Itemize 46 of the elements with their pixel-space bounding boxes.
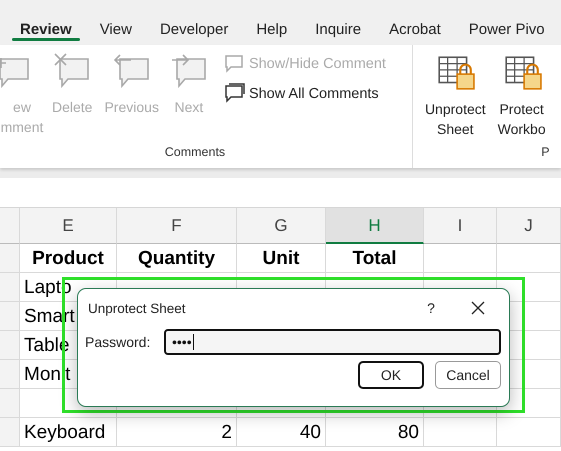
comment-icon (114, 53, 150, 89)
table-cell (497, 418, 561, 447)
row-header[interactable] (0, 244, 20, 273)
column-header[interactable]: F (117, 208, 237, 244)
ribbon-tab[interactable]: Help (246, 0, 298, 45)
comment-icon (222, 53, 245, 75)
ribbon-tab[interactable]: Acrobat (379, 0, 451, 45)
column-title-cell: Total (326, 244, 424, 273)
protect-button[interactable]: Protect Workbo (494, 45, 550, 145)
table-cell: 40 (237, 418, 326, 447)
column-header[interactable]: H (326, 208, 424, 244)
comment-icon (170, 53, 207, 89)
table-cell: 80 (326, 418, 424, 447)
row-header[interactable] (0, 418, 20, 447)
column-header[interactable]: G (237, 208, 326, 244)
column-title-cell: Quantity (117, 244, 237, 273)
ribbon-tab[interactable]: View (90, 0, 142, 45)
ribbon-tab[interactable]: Developer (150, 0, 238, 45)
column-title-cell: Unit (237, 244, 326, 273)
column-header[interactable]: J (497, 208, 561, 244)
dialog-button[interactable]: Cancel (435, 361, 501, 389)
group-label: P (540, 145, 550, 161)
column-title-cell: Product (20, 244, 117, 273)
row-header[interactable] (0, 389, 20, 418)
protect-button[interactable]: Unprotect Sheet (420, 45, 490, 145)
table-cell: Keyboard (20, 418, 117, 447)
column-header[interactable]: E (20, 208, 117, 244)
column-header[interactable]: I (424, 208, 497, 244)
group-label: Comments (164, 145, 226, 161)
ribbon-tab[interactable]: Inquire (305, 0, 372, 45)
row-header[interactable] (0, 331, 20, 360)
password-field[interactable]: •••• (164, 329, 501, 355)
ribbon-tab[interactable]: Review (10, 0, 82, 45)
select-all-corner[interactable] (0, 208, 20, 244)
ribbon-tab[interactable]: Power Pivo (458, 0, 555, 45)
table-cell: 2 (117, 418, 237, 447)
comment-icon (222, 83, 245, 105)
comment-toggle-button[interactable]: Show All Comments (222, 83, 386, 105)
row-header[interactable] (0, 360, 20, 389)
table-cell (497, 244, 561, 273)
dialog-button[interactable]: OK (358, 361, 424, 389)
comment-icon (54, 53, 90, 89)
help-button[interactable]: ? (411, 300, 451, 316)
row-header[interactable] (0, 302, 20, 331)
row-header[interactable] (0, 273, 20, 302)
close-icon[interactable] (471, 301, 485, 315)
